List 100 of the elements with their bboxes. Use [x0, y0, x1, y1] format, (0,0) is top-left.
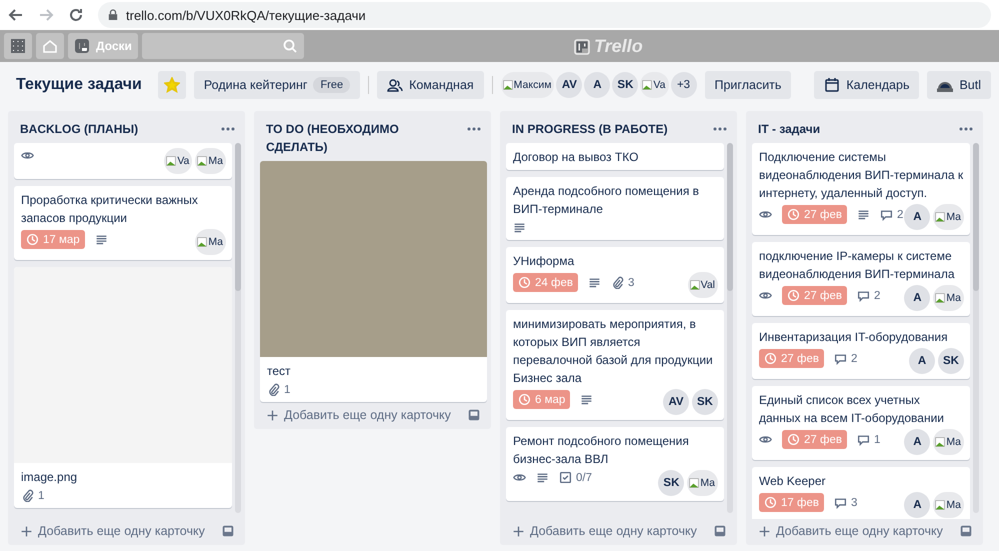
list-title[interactable]: IT - задачи: [758, 120, 933, 138]
search-field[interactable]: [142, 33, 304, 59]
apps-button[interactable]: [4, 33, 32, 59]
member-avatar[interactable]: A: [909, 348, 935, 374]
broken-image-icon: [166, 156, 176, 166]
star-button[interactable]: [158, 71, 186, 99]
broken-image-avatar[interactable]: Val: [688, 272, 718, 298]
broken-image-icon: [197, 237, 208, 247]
member-avatar[interactable]: A: [904, 429, 930, 455]
more-icon[interactable]: [713, 127, 727, 131]
list-title[interactable]: TO DO (НЕОБХОДИМО СДЕЛАТЬ): [266, 120, 441, 156]
task-card[interactable]: минимизировать мероприятия, в которых ВИП является перевалочной базой для продукции Бизнес зала 6 мар AV SK: [506, 310, 724, 420]
speech-bubble-icon: [880, 208, 893, 221]
member-avatar[interactable]: SK: [938, 348, 964, 374]
lines-icon: [94, 233, 108, 246]
task-card[interactable]: Ремонт подсобного помещения бизнес-зала ВВЛ 0/7 SK Ma: [506, 427, 724, 501]
task-card[interactable]: Договор на вывоз ТКО: [506, 143, 724, 170]
lines-icon: [513, 221, 526, 234]
scrollbar[interactable]: [235, 143, 241, 513]
member-avatar[interactable]: AV: [663, 389, 689, 415]
clock-icon: [518, 276, 531, 289]
task-card[interactable]: Web Keeper 17 фев 3 A Ma: [752, 467, 970, 519]
comments-count: 3: [834, 496, 858, 509]
broken-image-avatar[interactable]: Ma: [933, 492, 964, 518]
card-title: Инвентаризация IT-оборудования: [759, 329, 949, 346]
clock-icon: [518, 393, 531, 406]
add-card-button[interactable]: Добавить еще одну карточку: [512, 524, 697, 538]
member-avatar[interactable]: A: [904, 492, 930, 518]
clock-icon: [787, 208, 800, 221]
task-card[interactable]: Аренда подсобного помещения в ВИП-терминале: [506, 177, 724, 240]
card-title: УНиформа: [513, 253, 576, 270]
template-icon[interactable]: [467, 408, 481, 422]
list-title[interactable]: BACKLOG (ПЛАНЫ): [20, 120, 195, 138]
paperclip-icon: [21, 489, 34, 502]
scrollbar[interactable]: [973, 143, 979, 513]
more-members-badge[interactable]: +3: [670, 72, 696, 98]
member-avatar[interactable]: SK: [612, 72, 638, 98]
broken-image-avatar[interactable]: Va: [164, 148, 192, 174]
broken-image-icon: [689, 478, 700, 488]
board-title[interactable]: Текущие задачи: [8, 76, 150, 94]
broken-image-avatar[interactable]: Ma: [195, 229, 226, 255]
comments-count: 2: [834, 352, 858, 365]
clock-icon: [26, 233, 39, 246]
comments-count: 1: [856, 433, 880, 446]
task-card[interactable]: Подключение системы видеонаблюдения ВИП-терминала к интернету, удаленный доступ. 27 фев 2 A Ma: [752, 143, 970, 235]
calendar-button[interactable]: Календарь: [814, 71, 920, 99]
clock-icon: [764, 352, 777, 365]
add-card-button[interactable]: Добавить еще одну карточку: [20, 524, 205, 538]
list-title[interactable]: IN PROGRESS (В РАБОТЕ): [512, 120, 687, 138]
plan-badge: Free: [313, 77, 350, 93]
lines-icon: [580, 393, 594, 406]
address-bar[interactable]: trello.com/b/VUX0RkQA/текущие-задачи: [98, 2, 991, 28]
reload-icon[interactable]: [68, 7, 84, 23]
team-button[interactable]: Родина кейтеринг Free: [194, 71, 360, 99]
broken-image-icon: [502, 80, 513, 90]
member-avatar[interactable]: AV: [556, 72, 582, 98]
attachments-count: 3: [610, 276, 634, 289]
butler-button[interactable]: Butl: [927, 71, 991, 99]
calendar-icon: [824, 77, 840, 93]
task-card[interactable]: Единый список всех учетных данных на всем IT-оборудовании 27 фев 1 A Ma: [752, 386, 970, 460]
more-icon[interactable]: [467, 127, 481, 131]
broken-image-avatar[interactable]: Va: [640, 72, 668, 98]
broken-image-avatar[interactable]: Ma: [195, 148, 226, 174]
board-icon: [74, 38, 90, 54]
broken-image-avatar[interactable]: Ma: [933, 204, 964, 230]
more-icon[interactable]: [959, 127, 973, 131]
broken-image-icon: [690, 280, 700, 290]
template-icon[interactable]: [221, 524, 235, 538]
card-title: Проработка критически важных запасов продукции: [21, 192, 199, 227]
task-card[interactable]: подключение IP-камеры к системе видеонаблюдения ВИП-терминала 27 фев 2 A Ma: [752, 242, 970, 316]
plus-icon: [512, 524, 525, 538]
member-avatar[interactable]: A: [584, 72, 610, 98]
broken-image-avatar[interactable]: Ma: [933, 429, 964, 455]
task-card[interactable]: Проработка критически важных запасов продукции 17 мар Ma: [14, 186, 232, 260]
task-card[interactable]: УНиформа 24 фев 3 Val: [506, 247, 724, 303]
task-card[interactable]: Va Ma: [14, 143, 232, 179]
add-card-button[interactable]: Добавить еще одну карточку: [758, 524, 943, 538]
logo-icon: [574, 38, 590, 54]
card-title: Единый список всех учетных данных на всем IT-оборудовании: [759, 392, 946, 427]
broken-image-avatar[interactable]: Максим: [500, 72, 554, 98]
member-avatar[interactable]: A: [904, 285, 930, 311]
invite-button[interactable]: Пригласить: [704, 71, 792, 99]
broken-image-avatar[interactable]: Ma: [687, 470, 718, 496]
back-arrow-icon[interactable]: [8, 7, 24, 23]
broken-image-avatar[interactable]: Ma: [933, 285, 964, 311]
comments-count: 2: [880, 208, 904, 221]
visibility-button[interactable]: Командная: [377, 71, 484, 99]
task-card[interactable]: image.png 1: [14, 267, 232, 508]
scrollbar[interactable]: [727, 143, 733, 513]
add-card-button[interactable]: Добавить еще одну карточку: [266, 408, 451, 422]
clock-icon: [787, 433, 800, 446]
template-icon[interactable]: [713, 524, 727, 538]
member-avatar[interactable]: A: [904, 204, 930, 230]
member-avatar[interactable]: SK: [692, 389, 718, 415]
more-icon[interactable]: [221, 127, 235, 131]
template-icon[interactable]: [959, 524, 973, 538]
task-card[interactable]: тест 1: [260, 161, 487, 402]
broken-image-icon: [935, 500, 946, 510]
task-card[interactable]: Инвентаризация IT-оборудования 27 фев 2 A SK: [752, 323, 970, 379]
member-avatar[interactable]: SK: [658, 470, 684, 496]
